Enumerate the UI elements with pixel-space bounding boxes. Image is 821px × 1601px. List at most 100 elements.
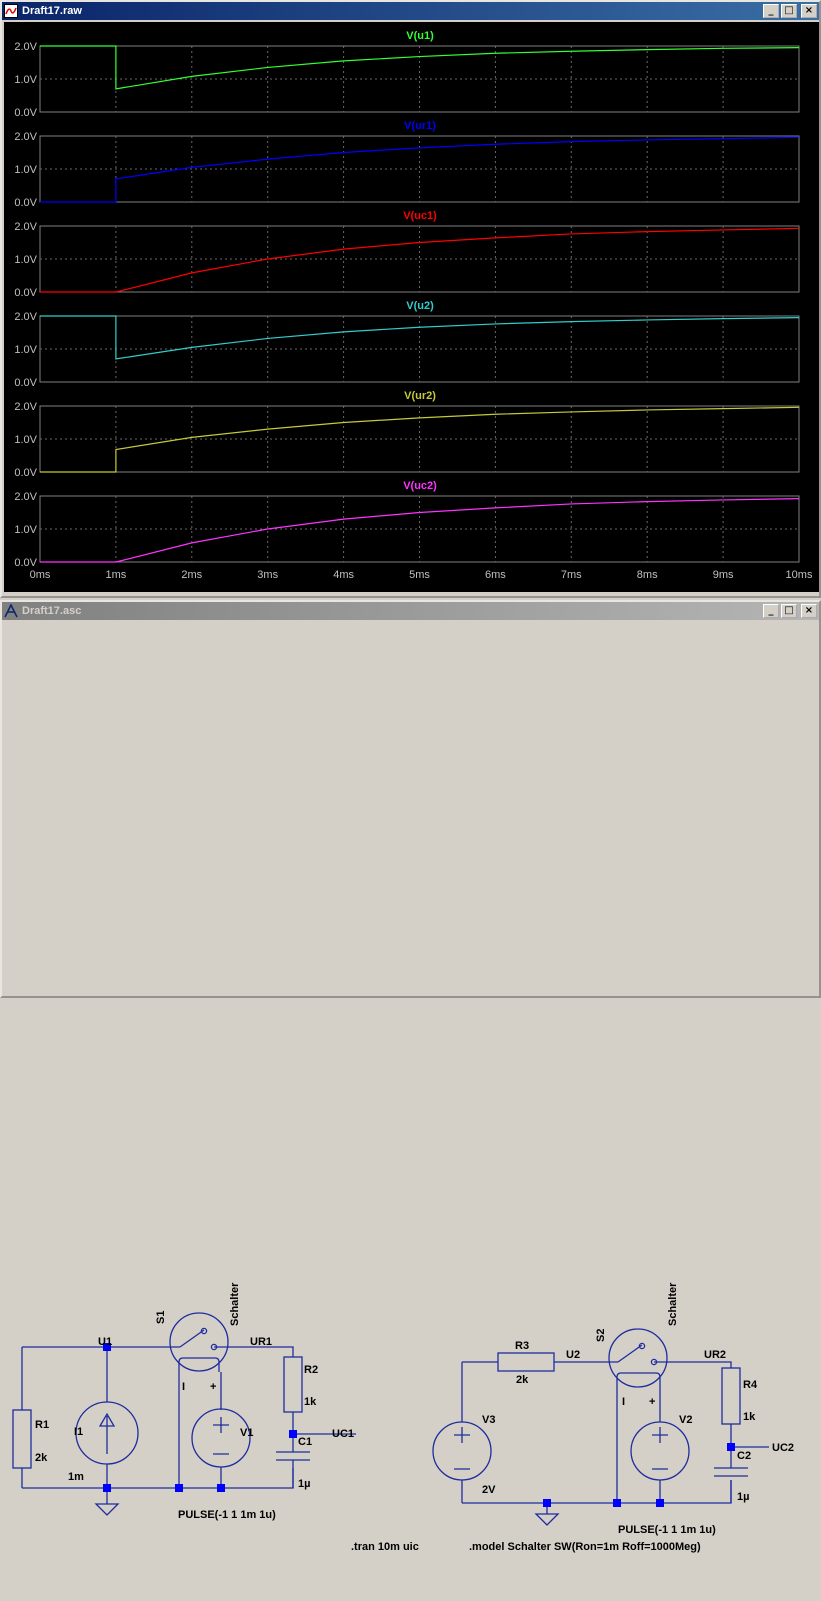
y-tick-label: 2.0V — [14, 311, 37, 323]
wire[interactable] — [292, 1412, 356, 1488]
y-tick-label: 2.0V — [14, 491, 37, 503]
trace-title[interactable]: V(uc2) — [403, 480, 437, 492]
waveform-plot-area[interactable]: 2.0V 1.0V 0.0V V(u1) 2.0V 1.0V 0.0V V(ur1) 2.0V 1… — [4, 22, 819, 592]
label-ur2[interactable]: UR2 — [704, 1349, 726, 1361]
label-r4[interactable]: R4 — [743, 1379, 758, 1391]
capacitor-c2[interactable] — [714, 1467, 748, 1477]
x-tick-label: 0ms — [30, 569, 51, 581]
resistor-r1[interactable] — [12, 1409, 32, 1469]
waveform-titlebar[interactable]: Draft17.raw _ □ × — [2, 2, 819, 20]
label-i1[interactable]: I1 — [74, 1426, 83, 1438]
x-tick-label: 6ms — [485, 569, 506, 581]
y-tick-label: 1.0V — [14, 164, 37, 176]
spice-directive-model[interactable]: .model Schalter SW(Ron=1m Roff=1000Meg) — [469, 1541, 701, 1553]
label-c2-value[interactable]: 1µ — [737, 1491, 749, 1503]
label-uc2[interactable]: UC2 — [772, 1442, 794, 1454]
capacitor-c1[interactable] — [276, 1451, 310, 1468]
current-source-i1[interactable] — [75, 1401, 139, 1465]
schematic-window-title: Draft17.asc — [22, 605, 82, 617]
label-ur1[interactable]: UR1 — [250, 1336, 272, 1348]
x-tick-label: 2ms — [181, 569, 202, 581]
x-tick-label: 9ms — [713, 569, 734, 581]
label-uc1[interactable]: UC1 — [332, 1428, 354, 1440]
switch-s1[interactable] — [169, 1312, 229, 1372]
label-r2[interactable]: R2 — [304, 1364, 318, 1376]
plot-pane-5[interactable]: 2.0V 1.0V 0.0V V(uc2) 0ms 1ms 2ms 3ms 4ms 5ms 6ms 7… — [14, 480, 813, 581]
label-s1[interactable]: S1 — [155, 1311, 167, 1324]
trace-title[interactable]: V(ur1) — [404, 120, 436, 132]
plot-pane-0[interactable]: 2.0V 1.0V 0.0V V(u1) — [14, 30, 800, 119]
label-s2[interactable]: S2 — [595, 1329, 607, 1342]
label-i1-value[interactable]: 1m — [68, 1471, 84, 1483]
label-c1-value[interactable]: 1µ — [298, 1478, 310, 1490]
resistor-r4[interactable] — [721, 1367, 741, 1425]
label-r2-value[interactable]: 1k — [304, 1396, 317, 1408]
waveform-plots[interactable]: 2.0V 1.0V 0.0V V(u1) 2.0V 1.0V 0.0V V(ur1) 2.0V 1… — [4, 22, 819, 592]
label-v3-value[interactable]: 2V — [482, 1484, 496, 1496]
label-switch1-minus: I — [182, 1381, 185, 1393]
label-v2[interactable]: V2 — [679, 1414, 692, 1426]
waveform-app-icon — [4, 4, 18, 18]
label-c2[interactable]: C2 — [737, 1450, 751, 1462]
x-tick-label: 8ms — [637, 569, 658, 581]
minimize-button[interactable]: _ — [763, 4, 779, 18]
schematic-labels: S1 Schalter U1 UR1 R2 1k I1 V1 R1 2k 1m … — [35, 1282, 794, 1553]
label-r1-value[interactable]: 2k — [35, 1452, 48, 1464]
label-u1[interactable]: U1 — [98, 1336, 112, 1348]
label-u2[interactable]: U2 — [566, 1349, 580, 1361]
maximize-button[interactable]: □ — [781, 604, 797, 618]
trace-title[interactable]: V(u1) — [406, 30, 434, 42]
resistor-r2[interactable] — [283, 1356, 303, 1413]
spice-directive-tran[interactable]: .tran 10m uic — [351, 1541, 419, 1553]
trace-title[interactable]: V(u2) — [406, 300, 434, 312]
label-schalter2[interactable]: Schalter — [667, 1282, 679, 1326]
label-c1[interactable]: C1 — [298, 1436, 312, 1448]
label-r4-value[interactable]: 1k — [743, 1411, 756, 1423]
label-pulse1[interactable]: PULSE(-1 1 1m 1u) — [178, 1509, 276, 1521]
plot-pane-1[interactable]: 2.0V 1.0V 0.0V V(ur1) — [14, 120, 800, 209]
label-r3-value[interactable]: 2k — [516, 1374, 529, 1386]
schematic-canvas[interactable]: S1 Schalter U1 UR1 R2 1k I1 V1 R1 2k 1m … — [4, 1222, 819, 1596]
schematic-titlebar[interactable]: Draft17.asc _ □ × — [2, 602, 819, 620]
voltage-source-v3[interactable] — [432, 1421, 492, 1481]
label-switch2-plus: + — [649, 1396, 655, 1408]
label-v3[interactable]: V3 — [482, 1414, 495, 1426]
trace-title[interactable]: V(uc1) — [403, 210, 437, 222]
x-tick-label: 10ms — [786, 569, 813, 581]
maximize-button[interactable]: □ — [781, 4, 797, 18]
schematic-drawing[interactable]: S1 Schalter U1 UR1 R2 1k I1 V1 R1 2k 1m … — [4, 1222, 819, 1596]
label-schalter1[interactable]: Schalter — [229, 1282, 241, 1326]
y-tick-label: 0.0V — [14, 557, 37, 569]
plot-pane-2[interactable]: 2.0V 1.0V 0.0V V(uc1) — [14, 210, 800, 299]
x-tick-label: 4ms — [333, 569, 354, 581]
y-tick-label: 1.0V — [14, 254, 37, 266]
trace-title[interactable]: V(ur2) — [404, 390, 436, 402]
label-v1[interactable]: V1 — [240, 1427, 253, 1439]
schematic-app-icon — [4, 604, 18, 618]
x-tick-label: 3ms — [257, 569, 278, 581]
wire[interactable] — [462, 1480, 732, 1504]
label-switch2-minus: I — [622, 1396, 625, 1408]
wire[interactable] — [22, 1346, 294, 1357]
label-r1[interactable]: R1 — [35, 1419, 49, 1431]
plot-pane-4[interactable]: 2.0V 1.0V 0.0V V(ur2) — [14, 390, 800, 479]
wire[interactable] — [462, 1361, 732, 1368]
close-button[interactable]: × — [801, 4, 817, 18]
node-dots — [543, 1443, 735, 1507]
y-tick-label: 2.0V — [14, 41, 37, 53]
minimize-button[interactable]: _ — [763, 604, 779, 618]
x-tick-label: 5ms — [409, 569, 430, 581]
x-tick-label: 1ms — [106, 569, 127, 581]
resistor-r3[interactable] — [497, 1352, 555, 1372]
label-r3[interactable]: R3 — [515, 1340, 529, 1352]
voltage-source-v2[interactable] — [630, 1421, 690, 1481]
plot-pane-3[interactable]: 2.0V 1.0V 0.0V V(u2) — [14, 300, 800, 389]
label-pulse2[interactable]: PULSE(-1 1 1m 1u) — [618, 1524, 716, 1536]
wire[interactable] — [22, 1468, 294, 1489]
y-tick-label: 0.0V — [14, 197, 37, 209]
y-tick-label: 1.0V — [14, 434, 37, 446]
y-tick-label: 0.0V — [14, 287, 37, 299]
switch-s2[interactable] — [608, 1328, 668, 1388]
close-button[interactable]: × — [801, 604, 817, 618]
y-tick-label: 2.0V — [14, 401, 37, 413]
